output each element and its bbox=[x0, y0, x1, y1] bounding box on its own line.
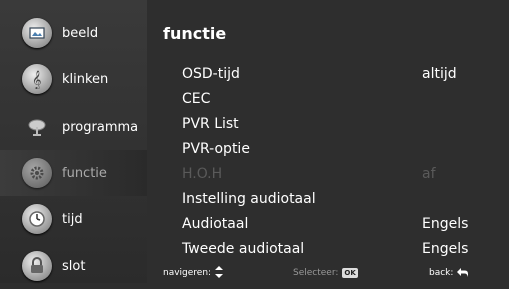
row-value: Engels bbox=[422, 216, 469, 232]
row-label: PVR List bbox=[182, 116, 239, 132]
row-label: Audiotaal bbox=[182, 216, 249, 232]
row-label: Instelling audiotaal bbox=[182, 191, 316, 207]
row-label: CEC bbox=[182, 91, 211, 107]
ok-key-icon: OK bbox=[342, 268, 358, 278]
menu-row-instelling-audiotaal[interactable]: Instelling audiotaal bbox=[182, 188, 492, 210]
row-label: Tweede audiotaal bbox=[182, 241, 305, 257]
menu-row-cec[interactable]: CEC bbox=[182, 88, 492, 110]
row-label: OSD-tijd bbox=[182, 66, 240, 82]
svg-text:𝄞: 𝄞 bbox=[32, 70, 41, 89]
sidebar-item-beeld[interactable]: beeld bbox=[0, 10, 147, 56]
music-note-icon: 𝄞 bbox=[22, 64, 52, 94]
menu-row-pvr-optie[interactable]: PVR-optie bbox=[182, 138, 492, 160]
navigate-hint: navigeren: bbox=[163, 265, 224, 281]
key-hint-bar: navigeren: Selecteer: OK back: bbox=[163, 264, 503, 282]
return-arrow-icon bbox=[457, 267, 469, 280]
menu-row-pvr-list[interactable]: PVR List bbox=[182, 113, 492, 135]
row-value: altijd bbox=[422, 66, 457, 82]
up-down-arrows-icon bbox=[215, 265, 224, 281]
menu-panel: functie OSD-tijd altijd CEC PVR List PVR… bbox=[147, 0, 509, 283]
sidebar-item-klinken[interactable]: 𝄞 klinken bbox=[0, 56, 147, 102]
picture-icon bbox=[22, 18, 52, 48]
sidebar-item-slot[interactable]: slot bbox=[0, 243, 147, 289]
sidebar-item-label: beeld bbox=[62, 25, 99, 41]
lock-icon bbox=[22, 251, 52, 281]
row-label: H.O.H bbox=[182, 166, 223, 182]
sidebar: beeld 𝄞 klinken programma functie tijd s… bbox=[0, 0, 147, 283]
back-label: back: bbox=[429, 268, 454, 278]
menu-row-hoh: H.O.H af bbox=[182, 163, 492, 185]
sidebar-item-label: functie bbox=[62, 165, 107, 181]
row-value: Engels bbox=[422, 241, 469, 257]
select-hint: Selecteer: OK bbox=[293, 268, 358, 278]
sidebar-item-label: slot bbox=[62, 258, 86, 274]
back-hint: back: bbox=[429, 267, 469, 280]
sidebar-item-label: programma bbox=[62, 119, 139, 135]
select-label: Selecteer: bbox=[293, 268, 339, 278]
sidebar-item-tijd[interactable]: tijd bbox=[0, 196, 147, 242]
navigate-label: navigeren: bbox=[163, 268, 212, 278]
row-value: af bbox=[422, 166, 436, 182]
row-label: PVR-optie bbox=[182, 141, 250, 157]
page-title: functie bbox=[163, 24, 227, 43]
sidebar-item-programma[interactable]: programma bbox=[0, 104, 147, 150]
satellite-dish-icon bbox=[22, 112, 52, 142]
menu-row-osd-tijd[interactable]: OSD-tijd altijd bbox=[182, 63, 492, 85]
menu-row-audiotaal[interactable]: Audiotaal Engels bbox=[182, 213, 492, 235]
sidebar-item-label: klinken bbox=[62, 71, 109, 87]
clock-icon bbox=[22, 204, 52, 234]
gear-icon bbox=[22, 158, 52, 188]
menu-row-tweede-audiotaal[interactable]: Tweede audiotaal Engels bbox=[182, 238, 492, 260]
sidebar-item-functie[interactable]: functie bbox=[0, 150, 147, 196]
sidebar-item-label: tijd bbox=[62, 211, 83, 227]
